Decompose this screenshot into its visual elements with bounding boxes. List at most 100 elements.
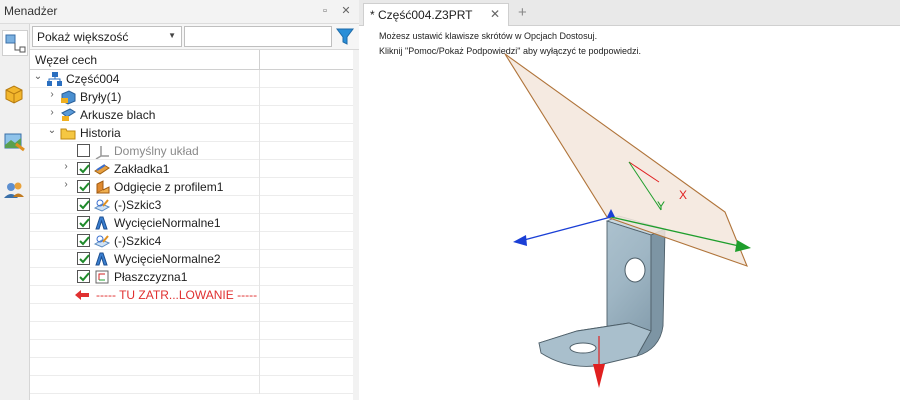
manager-title: Menadżer: [4, 4, 58, 18]
sheet-icon: [61, 108, 76, 121]
tree-node-label: Historia: [80, 126, 121, 140]
visibility-checkbox[interactable]: [77, 216, 90, 229]
document-tab[interactable]: * Część004.Z3PRT ✕: [363, 3, 509, 26]
tab-feature-icon: [94, 164, 110, 175]
users-button[interactable]: [2, 178, 28, 204]
visibility-checkbox[interactable]: [77, 252, 90, 265]
new-tab-icon[interactable]: +: [518, 4, 527, 21]
manager-title-bar: Menadżer ▫ ✕: [0, 0, 359, 24]
tree-node-history[interactable]: ⌄ Historia: [30, 124, 353, 142]
empty-row: [30, 376, 353, 394]
tree-node-tab1[interactable]: › Zakładka1: [30, 160, 353, 178]
manager-side-toolbar: [0, 24, 30, 400]
folder-icon: [60, 128, 76, 140]
visibility-checkbox[interactable]: [77, 270, 90, 283]
row-divider: [259, 376, 260, 394]
view-image-icon: [4, 133, 25, 152]
tree-node-label: Bryły(1): [80, 90, 122, 104]
row-divider: [259, 196, 260, 214]
tree-node-default-csys[interactable]: Domyślny układ: [30, 142, 353, 160]
filter-button[interactable]: [334, 26, 356, 47]
filter-combo-value: Pokaż większość: [37, 30, 129, 44]
close-tab-icon[interactable]: ✕: [490, 7, 500, 21]
checkmark-icon: [79, 236, 90, 246]
visibility-checkbox[interactable]: [77, 144, 90, 157]
viewport-3d[interactable]: X Y: [359, 26, 900, 400]
row-divider: [259, 232, 260, 250]
cube-icon: [5, 85, 23, 104]
tree-node-cut1[interactable]: WycięcieNormalne1: [30, 214, 353, 232]
tree-view-button[interactable]: [2, 30, 28, 56]
axis-label-x: X: [679, 188, 687, 202]
checkmark-icon: [79, 254, 90, 264]
expand-icon[interactable]: ›: [60, 179, 72, 193]
tree-node-label: Domyślny układ: [114, 144, 199, 158]
visibility-checkbox[interactable]: [77, 180, 90, 193]
checkmark-icon: [79, 272, 90, 282]
row-divider: [259, 340, 260, 358]
arrow-left-icon: [75, 290, 89, 300]
views-button[interactable]: [2, 130, 28, 156]
collapse-icon[interactable]: ⌄: [46, 125, 58, 139]
collapse-icon[interactable]: ⌄: [32, 71, 44, 85]
parts-button[interactable]: [2, 82, 28, 108]
filter-combo[interactable]: Pokaż większość ▼: [32, 26, 182, 47]
expand-icon[interactable]: ›: [46, 89, 58, 103]
visibility-checkbox[interactable]: [77, 234, 90, 247]
tree-node-root[interactable]: ⌄ Część004: [30, 70, 353, 88]
assembly-icon: [47, 72, 62, 86]
document-tab-bar: * Część004.Z3PRT ✕ +: [359, 0, 900, 26]
csys-icon: [95, 146, 109, 159]
tree-node-sketch4[interactable]: (-)Szkic4: [30, 232, 353, 250]
tree-node-label: Część004: [66, 72, 120, 86]
document-tab-title: * Część004.Z3PRT: [370, 8, 473, 22]
filter-row: Pokaż większość ▼: [30, 24, 359, 50]
rollback-marker[interactable]: ----- TU ZATR...LOWANIE -----: [30, 286, 353, 304]
checkmark-icon: [79, 200, 90, 210]
tree-node-label: Odgięcie z profilem1: [114, 180, 224, 194]
column-header-feature-node: Węzeł cech: [35, 53, 98, 67]
tree-node-label: Arkusze blach: [80, 108, 156, 122]
tree-node-bodies[interactable]: › Bryły(1): [30, 88, 353, 106]
row-divider: [259, 268, 260, 286]
row-divider: [259, 142, 260, 160]
plane-icon: [95, 270, 109, 284]
column-divider[interactable]: [259, 50, 260, 70]
empty-row: [30, 322, 353, 340]
axis-arrow-blue[interactable]: [513, 235, 527, 246]
checkmark-icon: [79, 164, 90, 174]
close-icon[interactable]: ✕: [338, 3, 354, 19]
pin-icon[interactable]: ▫: [317, 3, 333, 19]
tree-node-sketch3[interactable]: (-)Szkic3: [30, 196, 353, 214]
sketch-icon: [94, 235, 110, 248]
flange-icon: [96, 180, 110, 194]
row-divider: [259, 124, 260, 142]
tree-node-plane1[interactable]: Płaszczyzna1: [30, 268, 353, 286]
cut-icon: [95, 252, 108, 266]
row-divider: [259, 106, 260, 124]
row-divider: [259, 70, 260, 88]
tree-view-icon: [5, 34, 26, 53]
expand-icon[interactable]: ›: [60, 161, 72, 175]
visibility-checkbox[interactable]: [77, 162, 90, 175]
tree-node-sheets[interactable]: › Arkusze blach: [30, 106, 353, 124]
tree-node-label: (-)Szkic4: [114, 234, 162, 248]
search-input[interactable]: [184, 26, 332, 47]
axis-arrow-red[interactable]: [593, 364, 605, 388]
row-divider: [259, 304, 260, 322]
axis-arrow-green[interactable]: [735, 240, 751, 252]
user-icon: [4, 182, 24, 198]
row-divider: [259, 178, 260, 196]
tree-node-cut2[interactable]: WycięcieNormalne2: [30, 250, 353, 268]
axis-label-y: Y: [657, 199, 665, 213]
tree-node-flange1[interactable]: › Odgięcie z profilem1: [30, 178, 353, 196]
visibility-checkbox[interactable]: [77, 198, 90, 211]
rollback-label: ----- TU ZATR...LOWANIE -----: [96, 288, 258, 302]
funnel-icon: [336, 28, 354, 45]
sheet-metal-part[interactable]: [538, 215, 667, 367]
expand-icon[interactable]: ›: [46, 107, 58, 121]
tree-node-label: WycięcieNormalne1: [114, 216, 221, 230]
row-divider: [259, 160, 260, 178]
tree-node-label: Zakładka1: [114, 162, 170, 176]
empty-row: [30, 340, 353, 358]
